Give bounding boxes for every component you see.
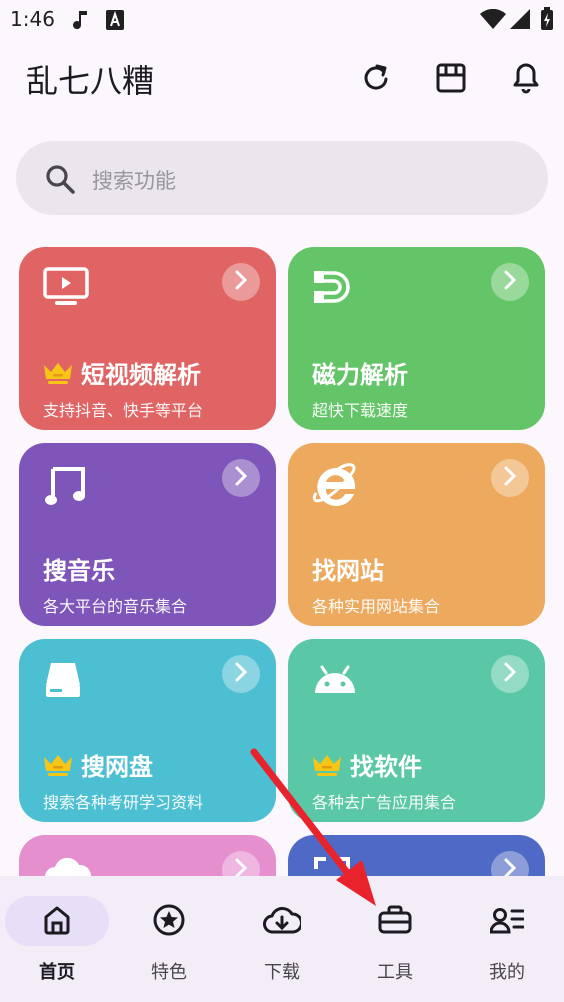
refresh-button[interactable] <box>356 60 396 100</box>
card-subtitle: 支持抖音、快手等平台 <box>43 401 204 420</box>
battery-icon <box>540 7 554 35</box>
card-title: 找网站 <box>312 557 384 585</box>
profile-icon <box>451 900 563 940</box>
wifi-icon <box>480 8 506 33</box>
store-icon <box>435 63 467 97</box>
bottom-navigation: 首页 特色 下载 工具 我的 <box>0 876 564 1002</box>
chevron-right-icon <box>233 270 249 294</box>
app-title: 乱七八糟 <box>26 62 155 100</box>
crown-icon <box>312 753 342 777</box>
ie-browser-icon <box>312 463 358 511</box>
card-title: 磁力解析 <box>312 361 408 389</box>
status-time: 1:46 <box>10 7 55 31</box>
hard-drive-icon <box>43 659 83 703</box>
chevron-right-icon <box>233 466 249 490</box>
cloud-download-icon <box>226 900 338 940</box>
chevron-right-icon <box>502 662 518 686</box>
card-find-website[interactable]: 找网站 各种实用网站集合 <box>288 443 545 626</box>
card-search-music[interactable]: 搜音乐 各大平台的音乐集合 <box>19 443 276 626</box>
nav-featured[interactable]: 特色 <box>113 876 225 1002</box>
crown-icon <box>43 753 73 777</box>
nav-home[interactable]: 首页 <box>1 876 113 1002</box>
card-title-row: 搜音乐 <box>43 551 115 586</box>
card-title: 找软件 <box>350 753 422 781</box>
crown-icon <box>43 361 73 385</box>
card-title-row: 找软件 <box>312 747 422 782</box>
nav-tools[interactable]: 工具 <box>339 876 451 1002</box>
status-bar: 1:46 <box>0 0 564 40</box>
nav-label: 工具 <box>377 962 413 983</box>
card-subtitle: 各种去广告应用集合 <box>312 793 457 812</box>
card-title: 搜网盘 <box>81 753 153 781</box>
star-circle-icon <box>113 900 225 940</box>
toolbox-icon <box>339 900 451 940</box>
card-search-netdisk[interactable]: 搜网盘 搜索各种考研学习资料 <box>19 639 276 822</box>
card-arrow-button[interactable] <box>491 655 529 693</box>
nav-label: 下载 <box>264 962 300 983</box>
nav-label: 我的 <box>489 962 525 983</box>
chevron-right-icon <box>502 270 518 294</box>
music-note-status-icon <box>72 9 90 35</box>
card-arrow-button[interactable] <box>491 459 529 497</box>
chevron-right-icon <box>233 662 249 686</box>
android-icon <box>312 659 358 699</box>
card-title-row: 短视频解析 <box>43 355 201 390</box>
bell-icon <box>512 62 540 98</box>
card-title: 搜音乐 <box>43 557 115 585</box>
card-title-row: 磁力解析 <box>312 355 408 390</box>
chevron-right-icon <box>502 466 518 490</box>
store-button[interactable] <box>431 60 471 100</box>
signal-icon <box>510 9 530 33</box>
music-note-icon <box>43 463 87 511</box>
card-arrow-button[interactable] <box>222 459 260 497</box>
nav-profile[interactable]: 我的 <box>451 876 563 1002</box>
notification-button[interactable] <box>506 60 546 100</box>
tv-icon <box>43 267 89 311</box>
card-subtitle: 各大平台的音乐集合 <box>43 597 188 616</box>
app-bar: 乱七八糟 <box>0 40 564 120</box>
nav-label: 首页 <box>39 962 75 983</box>
refresh-icon <box>361 63 391 97</box>
card-title: 短视频解析 <box>81 361 201 389</box>
search-icon <box>44 163 76 199</box>
card-find-software[interactable]: 找软件 各种去广告应用集合 <box>288 639 545 822</box>
card-arrow-button[interactable] <box>222 655 260 693</box>
card-subtitle: 超快下载速度 <box>312 401 409 420</box>
font-status-icon <box>106 10 124 34</box>
nav-label: 特色 <box>151 962 187 983</box>
nav-download[interactable]: 下载 <box>226 876 338 1002</box>
card-subtitle: 各种实用网站集合 <box>312 597 441 616</box>
search-input[interactable]: 搜索功能 <box>16 141 548 215</box>
card-title-row: 搜网盘 <box>43 747 153 782</box>
magnet-icon <box>312 267 354 311</box>
card-short-video-parse[interactable]: 短视频解析 支持抖音、快手等平台 <box>19 247 276 430</box>
card-magnet-parse[interactable]: 磁力解析 超快下载速度 <box>288 247 545 430</box>
card-arrow-button[interactable] <box>491 263 529 301</box>
card-subtitle: 搜索各种考研学习资料 <box>43 793 204 812</box>
card-arrow-button[interactable] <box>222 263 260 301</box>
card-title-row: 找网站 <box>312 551 384 586</box>
home-icon <box>1 900 113 940</box>
search-placeholder: 搜索功能 <box>92 169 176 193</box>
